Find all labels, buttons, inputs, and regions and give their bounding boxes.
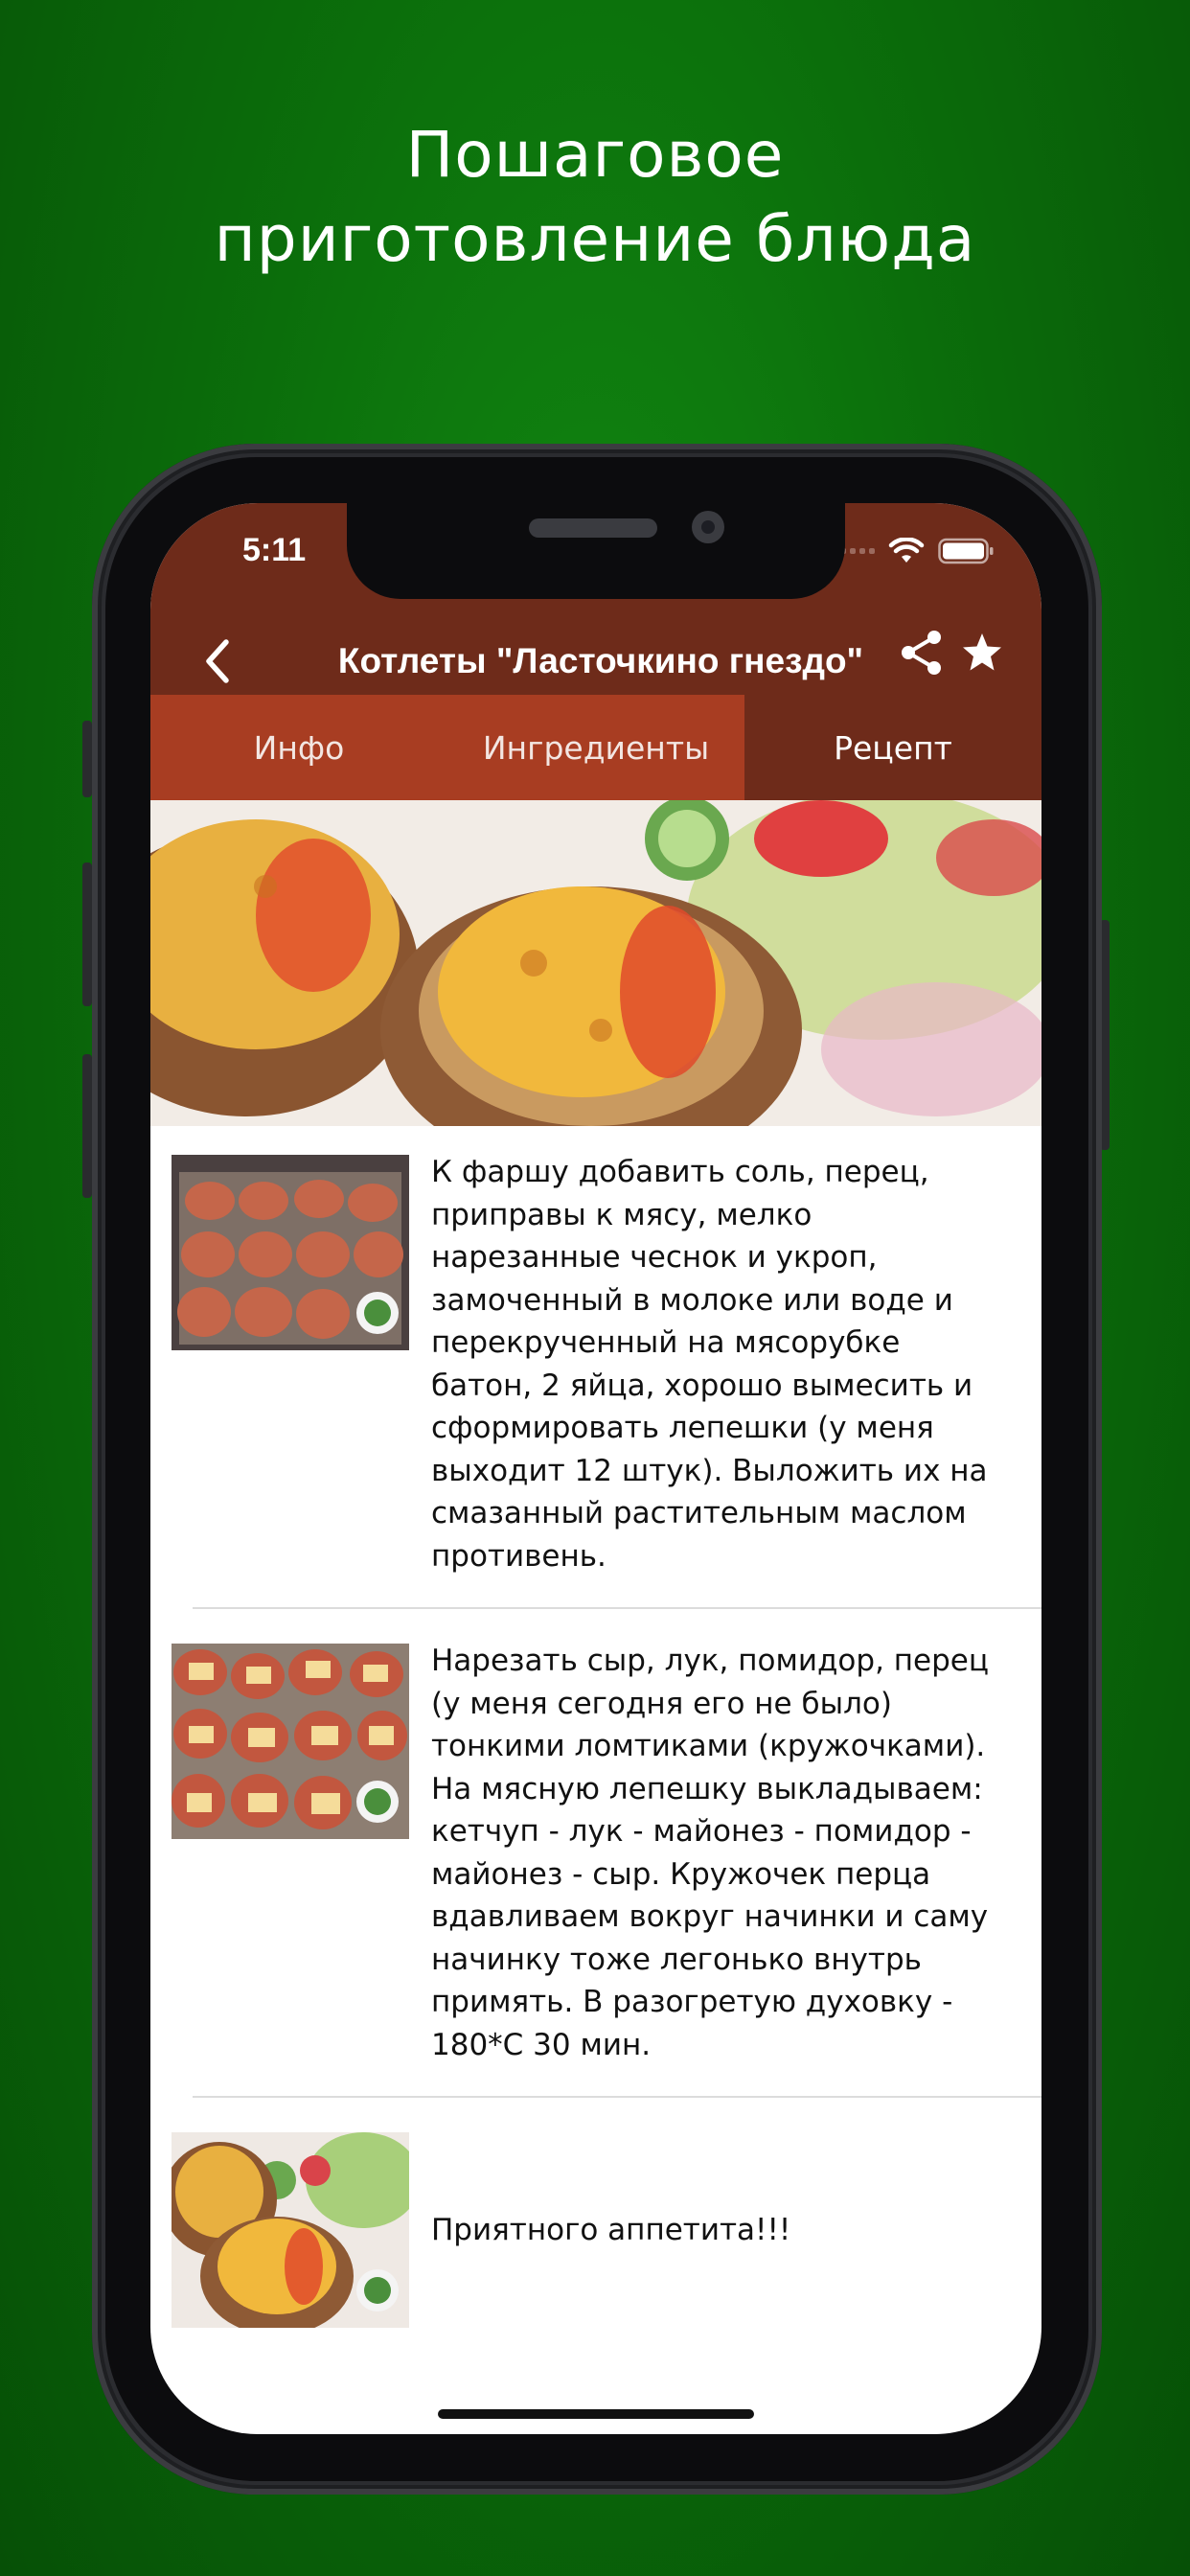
- speaker-grille: [529, 518, 657, 538]
- status-time: 5:11: [242, 532, 307, 568]
- promo-title-line1: Пошаговое: [405, 118, 785, 192]
- tab-ingredients[interactable]: Ингредиенты: [447, 695, 744, 800]
- promo-title-line2: приготовление блюда: [214, 202, 976, 276]
- share-icon: [902, 631, 941, 675]
- step-2-photo: [172, 1644, 409, 1839]
- star-icon: [963, 633, 1001, 671]
- step-3-text: Приятного аппетита!!!: [431, 2213, 791, 2247]
- promo-title: Пошаговое приготовление блюда: [0, 113, 1190, 282]
- dish-photo: [150, 800, 1041, 1126]
- step-1-photo: [172, 1155, 409, 1350]
- phone-screen: 5:11 Котлеты "Ласточкино гнездо" Инфо Ин…: [150, 503, 1041, 2434]
- tab-ingredients-label: Ингредиенты: [482, 728, 710, 767]
- tab-bar: Инфо Ингредиенты Рецепт: [150, 695, 1041, 800]
- tab-info-label: Инфо: [253, 728, 345, 767]
- tab-recipe-label: Рецепт: [834, 728, 952, 767]
- phone-notch: [347, 503, 845, 599]
- volume-up-button: [82, 862, 92, 1006]
- wifi-icon: [888, 538, 925, 563]
- battery-icon: [938, 538, 994, 564]
- recipe-title: Котлеты "Ласточкино гнездо": [337, 641, 864, 680]
- tab-info[interactable]: Инфо: [150, 695, 447, 800]
- front-camera: [692, 511, 724, 543]
- share-button[interactable]: [896, 623, 948, 682]
- tab-recipe[interactable]: Рецепт: [744, 695, 1041, 800]
- chevron-left-icon: [206, 639, 229, 683]
- signal-icon: [840, 548, 875, 554]
- step-divider: [193, 1607, 1041, 1609]
- favorite-button[interactable]: [953, 623, 1011, 682]
- mute-switch: [82, 721, 92, 797]
- volume-down-button: [82, 1054, 92, 1198]
- back-button[interactable]: [189, 628, 246, 695]
- step-3-photo: [172, 2132, 409, 2328]
- step-1-text: К фаршу добавить соль, перец, приправы к…: [431, 1155, 988, 1574]
- home-indicator[interactable]: [438, 2409, 754, 2419]
- step-divider: [193, 2096, 1041, 2098]
- status-icons: [840, 538, 994, 564]
- step-2-text: Нарезать сыр, лук, помидор, перец (у мен…: [431, 1644, 989, 2062]
